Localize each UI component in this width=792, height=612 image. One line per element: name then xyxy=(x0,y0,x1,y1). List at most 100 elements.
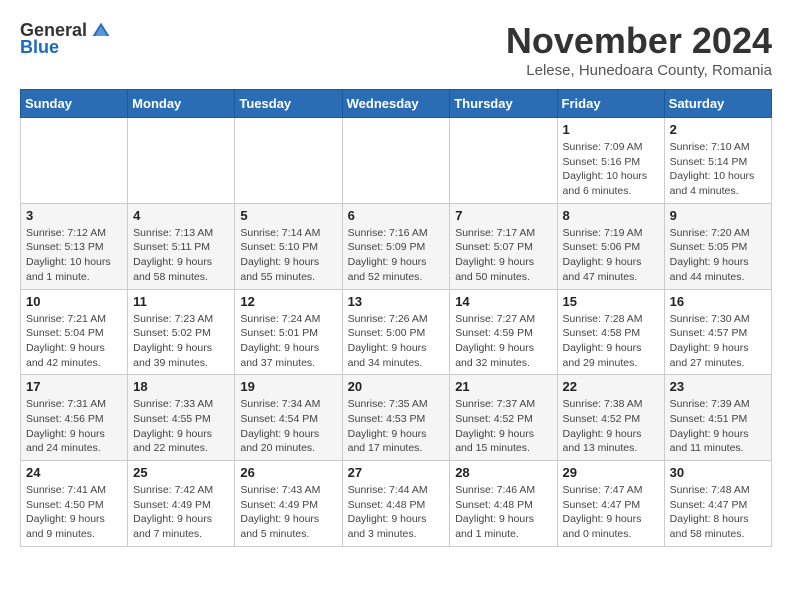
calendar-cell: 25 Sunrise: 7:42 AM Sunset: 4:49 PM Dayli… xyxy=(128,461,235,547)
calendar-cell: 8 Sunrise: 7:19 AM Sunset: 5:06 PM Daylig… xyxy=(557,203,664,289)
calendar-week-1: 3 Sunrise: 7:12 AM Sunset: 5:13 PM Daylig… xyxy=(21,203,772,289)
day-info: Sunrise: 7:19 AM Sunset: 5:06 PM Dayligh… xyxy=(563,226,659,285)
day-number: 9 xyxy=(670,208,766,223)
day-number: 12 xyxy=(240,294,336,309)
title-block: November 2024 Lelese, Hunedoara County, … xyxy=(506,20,772,79)
calendar-table: Sunday Monday Tuesday Wednesday Thursday… xyxy=(20,89,772,547)
header-row: Sunday Monday Tuesday Wednesday Thursday… xyxy=(21,90,772,118)
day-info: Sunrise: 7:26 AM Sunset: 5:00 PM Dayligh… xyxy=(348,312,445,371)
calendar-cell: 16 Sunrise: 7:30 AM Sunset: 4:57 PM Dayli… xyxy=(664,289,771,375)
day-number: 10 xyxy=(26,294,122,309)
logo-blue-text: Blue xyxy=(20,37,59,58)
logo: General Blue xyxy=(20,20,111,58)
calendar-cell: 18Sunrise: 7:33 AM Sunset: 4:55 PM Dayli… xyxy=(128,375,235,461)
day-number: 25 xyxy=(133,465,229,480)
day-number: 28 xyxy=(455,465,551,480)
col-friday: Friday xyxy=(557,90,664,118)
day-info: Sunrise: 7:44 AM Sunset: 4:48 PM Dayligh… xyxy=(348,483,445,542)
col-saturday: Saturday xyxy=(664,90,771,118)
day-info: Sunrise: 7:30 AM Sunset: 4:57 PM Dayligh… xyxy=(670,312,766,371)
day-number: 29 xyxy=(563,465,659,480)
day-number: 19 xyxy=(240,379,336,394)
day-info: Sunrise: 7:24 AM Sunset: 5:01 PM Dayligh… xyxy=(240,312,336,371)
day-info: Sunrise: 7:17 AM Sunset: 5:07 PM Dayligh… xyxy=(455,226,551,285)
calendar-cell: 20 Sunrise: 7:35 AM Sunset: 4:53 PM Dayli… xyxy=(342,375,450,461)
calendar-week-4: 24 Sunrise: 7:41 AM Sunset: 4:50 PM Dayli… xyxy=(21,461,772,547)
day-number: 3 xyxy=(26,208,122,223)
location-subtitle: Lelese, Hunedoara County, Romania xyxy=(506,62,772,79)
calendar-cell: 14Sunrise: 7:27 AM Sunset: 4:59 PM Dayli… xyxy=(450,289,557,375)
day-info: Sunrise: 7:31 AM Sunset: 4:56 PM Dayligh… xyxy=(26,397,122,456)
day-info: Sunrise: 7:20 AM Sunset: 5:05 PM Dayligh… xyxy=(670,226,766,285)
logo-icon xyxy=(91,21,111,41)
calendar-cell xyxy=(450,118,557,204)
day-info: Sunrise: 7:41 AM Sunset: 4:50 PM Dayligh… xyxy=(26,483,122,542)
day-info: Sunrise: 7:13 AM Sunset: 5:11 PM Dayligh… xyxy=(133,226,229,285)
day-number: 8 xyxy=(563,208,659,223)
calendar-cell xyxy=(235,118,342,204)
day-info: Sunrise: 7:21 AM Sunset: 5:04 PM Dayligh… xyxy=(26,312,122,371)
calendar-cell: 30Sunrise: 7:48 AM Sunset: 4:47 PM Dayli… xyxy=(664,461,771,547)
day-number: 2 xyxy=(670,122,766,137)
day-info: Sunrise: 7:33 AM Sunset: 4:55 PM Dayligh… xyxy=(133,397,229,456)
day-info: Sunrise: 7:14 AM Sunset: 5:10 PM Dayligh… xyxy=(240,226,336,285)
day-info: Sunrise: 7:16 AM Sunset: 5:09 PM Dayligh… xyxy=(348,226,445,285)
calendar-header: Sunday Monday Tuesday Wednesday Thursday… xyxy=(21,90,772,118)
day-info: Sunrise: 7:12 AM Sunset: 5:13 PM Dayligh… xyxy=(26,226,122,285)
calendar-cell: 9 Sunrise: 7:20 AM Sunset: 5:05 PM Daylig… xyxy=(664,203,771,289)
calendar-cell: 7 Sunrise: 7:17 AM Sunset: 5:07 PM Daylig… xyxy=(450,203,557,289)
calendar-cell: 3 Sunrise: 7:12 AM Sunset: 5:13 PM Daylig… xyxy=(21,203,128,289)
day-number: 13 xyxy=(348,294,445,309)
calendar-week-3: 17 Sunrise: 7:31 AM Sunset: 4:56 PM Dayli… xyxy=(21,375,772,461)
calendar-cell: 5 Sunrise: 7:14 AM Sunset: 5:10 PM Daylig… xyxy=(235,203,342,289)
day-number: 5 xyxy=(240,208,336,223)
day-info: Sunrise: 7:28 AM Sunset: 4:58 PM Dayligh… xyxy=(563,312,659,371)
calendar-cell: 22 Sunrise: 7:38 AM Sunset: 4:52 PM Dayli… xyxy=(557,375,664,461)
day-info: Sunrise: 7:10 AM Sunset: 5:14 PM Dayligh… xyxy=(670,140,766,199)
day-info: Sunrise: 7:43 AM Sunset: 4:49 PM Dayligh… xyxy=(240,483,336,542)
day-number: 17 xyxy=(26,379,122,394)
month-title: November 2024 xyxy=(506,20,772,62)
calendar-cell: 2 Sunrise: 7:10 AM Sunset: 5:14 PM Daylig… xyxy=(664,118,771,204)
day-number: 6 xyxy=(348,208,445,223)
day-info: Sunrise: 7:09 AM Sunset: 5:16 PM Dayligh… xyxy=(563,140,659,199)
day-info: Sunrise: 7:35 AM Sunset: 4:53 PM Dayligh… xyxy=(348,397,445,456)
calendar-body: 1 Sunrise: 7:09 AM Sunset: 5:16 PM Daylig… xyxy=(21,118,772,547)
col-monday: Monday xyxy=(128,90,235,118)
day-number: 22 xyxy=(563,379,659,394)
day-number: 11 xyxy=(133,294,229,309)
col-tuesday: Tuesday xyxy=(235,90,342,118)
col-thursday: Thursday xyxy=(450,90,557,118)
page-header: General Blue November 2024 Lelese, Huned… xyxy=(20,20,772,79)
day-info: Sunrise: 7:23 AM Sunset: 5:02 PM Dayligh… xyxy=(133,312,229,371)
calendar-cell: 17 Sunrise: 7:31 AM Sunset: 4:56 PM Dayli… xyxy=(21,375,128,461)
day-info: Sunrise: 7:46 AM Sunset: 4:48 PM Dayligh… xyxy=(455,483,551,542)
calendar-cell: 13 Sunrise: 7:26 AM Sunset: 5:00 PM Dayli… xyxy=(342,289,450,375)
calendar-cell: 27 Sunrise: 7:44 AM Sunset: 4:48 PM Dayli… xyxy=(342,461,450,547)
day-info: Sunrise: 7:34 AM Sunset: 4:54 PM Dayligh… xyxy=(240,397,336,456)
day-info: Sunrise: 7:38 AM Sunset: 4:52 PM Dayligh… xyxy=(563,397,659,456)
col-sunday: Sunday xyxy=(21,90,128,118)
day-number: 16 xyxy=(670,294,766,309)
calendar-week-2: 10 Sunrise: 7:21 AM Sunset: 5:04 PM Dayli… xyxy=(21,289,772,375)
calendar-cell: 24 Sunrise: 7:41 AM Sunset: 4:50 PM Dayli… xyxy=(21,461,128,547)
day-number: 7 xyxy=(455,208,551,223)
day-number: 1 xyxy=(563,122,659,137)
calendar-cell: 4 Sunrise: 7:13 AM Sunset: 5:11 PM Daylig… xyxy=(128,203,235,289)
day-info: Sunrise: 7:27 AM Sunset: 4:59 PM Dayligh… xyxy=(455,312,551,371)
day-number: 24 xyxy=(26,465,122,480)
calendar-cell xyxy=(342,118,450,204)
calendar-cell: 10 Sunrise: 7:21 AM Sunset: 5:04 PM Dayli… xyxy=(21,289,128,375)
calendar-cell: 11 Sunrise: 7:23 AM Sunset: 5:02 PM Dayli… xyxy=(128,289,235,375)
day-info: Sunrise: 7:48 AM Sunset: 4:47 PM Dayligh… xyxy=(670,483,766,542)
col-wednesday: Wednesday xyxy=(342,90,450,118)
day-number: 21 xyxy=(455,379,551,394)
calendar-cell: 21Sunrise: 7:37 AM Sunset: 4:52 PM Dayli… xyxy=(450,375,557,461)
day-number: 27 xyxy=(348,465,445,480)
calendar-cell: 26Sunrise: 7:43 AM Sunset: 4:49 PM Dayli… xyxy=(235,461,342,547)
day-number: 4 xyxy=(133,208,229,223)
day-number: 23 xyxy=(670,379,766,394)
calendar-cell xyxy=(128,118,235,204)
day-info: Sunrise: 7:42 AM Sunset: 4:49 PM Dayligh… xyxy=(133,483,229,542)
day-number: 20 xyxy=(348,379,445,394)
